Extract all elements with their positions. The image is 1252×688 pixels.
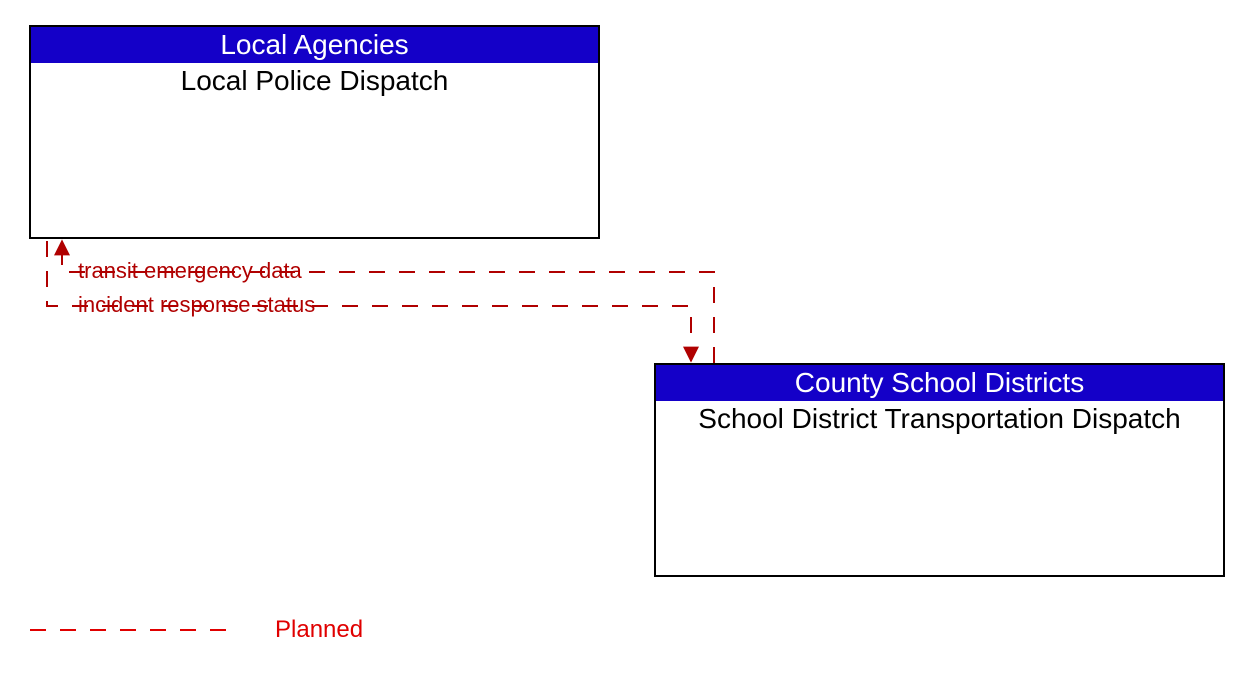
entity-local-agencies-header: Local Agencies: [31, 27, 598, 63]
entity-local-agencies: Local Agencies Local Police Dispatch: [29, 25, 600, 239]
flow-transit-emergency-data-label: transit emergency data: [78, 258, 302, 284]
flow-incident-response-status-label: incident response status: [78, 292, 315, 318]
legend-planned-label: Planned: [275, 616, 363, 644]
entity-county-school-districts-header: County School Districts: [656, 365, 1223, 401]
entity-county-school-districts-body: School District Transportation Dispatch: [656, 401, 1223, 437]
entity-county-school-districts: County School Districts School District …: [654, 363, 1225, 577]
entity-local-agencies-body: Local Police Dispatch: [31, 63, 598, 99]
